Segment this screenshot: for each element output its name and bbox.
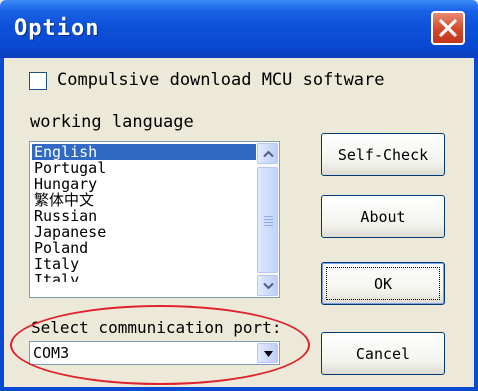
communication-port-select[interactable]: COM3 xyxy=(29,341,280,365)
port-dropdown-button[interactable] xyxy=(257,343,278,363)
scroll-down-button[interactable] xyxy=(257,275,278,296)
window-border-bottom xyxy=(0,387,478,391)
language-item-japanese[interactable]: Japanese xyxy=(32,224,256,240)
compulsive-download-label[interactable]: Compulsive download MCU software xyxy=(57,70,385,90)
dropdown-arrow-icon xyxy=(264,351,273,357)
language-item-russian[interactable]: Russian xyxy=(32,208,256,224)
chevron-down-icon xyxy=(263,282,274,290)
about-button[interactable]: About xyxy=(321,195,445,238)
close-icon xyxy=(439,19,457,37)
language-scrollbar[interactable] xyxy=(257,143,278,296)
language-item-portugal[interactable]: Portugal xyxy=(32,160,256,176)
working-language-label: working language xyxy=(30,112,194,132)
language-item-traditional-chinese[interactable]: 繁体中文 xyxy=(32,192,256,208)
language-item-partial[interactable]: Italy xyxy=(32,272,256,282)
communication-port-value: COM3 xyxy=(33,344,70,362)
communication-port-label: Select communication port: xyxy=(31,318,282,337)
close-button[interactable] xyxy=(431,11,465,45)
scroll-thumb[interactable] xyxy=(257,167,278,273)
window-border-right xyxy=(474,58,478,391)
self-check-label: Self-Check xyxy=(337,145,429,164)
language-item-hungary[interactable]: Hungary xyxy=(32,176,256,192)
window-border-left xyxy=(0,58,4,391)
chevron-up-icon xyxy=(263,150,274,158)
language-item-english[interactable]: English xyxy=(32,144,256,160)
cancel-label: Cancel xyxy=(355,344,411,363)
window-title: Option xyxy=(14,16,100,41)
focus-rectangle xyxy=(326,267,440,300)
language-item-poland[interactable]: Poland xyxy=(32,240,256,256)
language-listbox[interactable]: English Portugal Hungary 繁体中文 Russian Ja… xyxy=(29,141,280,298)
cancel-button[interactable]: Cancel xyxy=(321,332,445,375)
compulsive-download-checkbox[interactable] xyxy=(29,72,47,90)
about-label: About xyxy=(360,207,406,226)
self-check-button[interactable]: Self-Check xyxy=(321,133,445,176)
language-item-italy[interactable]: Italy xyxy=(32,256,256,272)
scroll-up-button[interactable] xyxy=(257,143,278,164)
ok-button[interactable]: OK xyxy=(321,262,445,305)
